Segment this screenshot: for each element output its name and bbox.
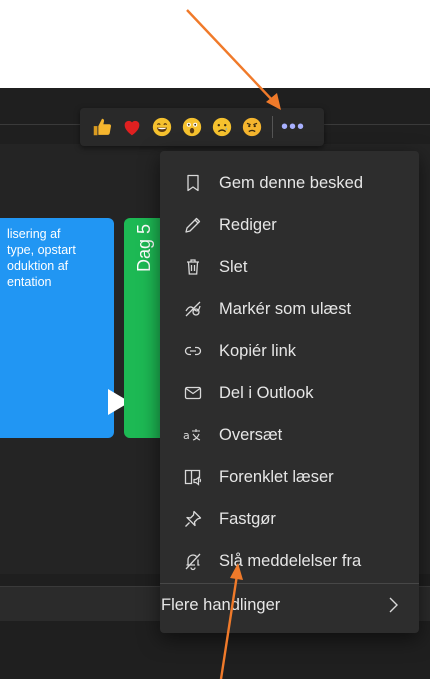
mail-icon bbox=[183, 383, 203, 403]
thumbs-up-icon[interactable] bbox=[88, 114, 115, 141]
laugh-icon[interactable] bbox=[148, 114, 175, 141]
menu-item-label: Slet bbox=[219, 257, 248, 276]
menu-item-save-message[interactable]: Gem denne besked bbox=[160, 162, 419, 204]
angry-icon[interactable] bbox=[238, 114, 265, 141]
translate-icon: a bbox=[183, 425, 203, 445]
slide-card-green: Dag 5 bbox=[124, 218, 164, 438]
immersive-reader-icon bbox=[183, 467, 203, 487]
menu-item-translate[interactable]: a Oversæt bbox=[160, 414, 419, 456]
menu-item-pin[interactable]: Fastgør bbox=[160, 498, 419, 540]
message-context-menu: Gem denne besked Rediger Slet Markér som… bbox=[160, 151, 419, 633]
bell-off-icon bbox=[183, 551, 203, 571]
menu-separator bbox=[160, 583, 419, 584]
bookmark-icon bbox=[183, 173, 203, 193]
menu-item-mute-notifications[interactable]: Slå meddelelser fra bbox=[160, 540, 419, 582]
day-label: Dag 5 bbox=[134, 224, 154, 273]
slide-card-blue: lisering af type, opstart oduktion af en… bbox=[0, 218, 114, 438]
link-icon bbox=[183, 341, 203, 361]
svg-text:a: a bbox=[183, 429, 190, 442]
more-options-button[interactable]: ••• bbox=[281, 117, 305, 137]
sad-icon[interactable] bbox=[208, 114, 235, 141]
pencil-icon bbox=[183, 215, 203, 235]
menu-item-label: Del i Outlook bbox=[219, 383, 314, 402]
menu-item-delete[interactable]: Slet bbox=[160, 246, 419, 288]
menu-item-label: Fastgør bbox=[219, 509, 276, 528]
menu-item-mark-unread[interactable]: Markér som ulæst bbox=[160, 288, 419, 330]
unread-icon bbox=[183, 299, 203, 319]
menu-item-label: Markér som ulæst bbox=[219, 299, 352, 318]
menu-item-label: Forenklet læser bbox=[219, 467, 334, 486]
menu-item-copy-link[interactable]: Kopiér link bbox=[160, 330, 419, 372]
menu-item-share-outlook[interactable]: Del i Outlook bbox=[160, 372, 419, 414]
menu-item-label: Kopiér link bbox=[219, 341, 297, 360]
heart-icon[interactable] bbox=[118, 114, 145, 141]
pin-icon bbox=[183, 509, 203, 529]
menu-item-label: Oversæt bbox=[219, 425, 283, 444]
menu-item-immersive-reader[interactable]: Forenklet læser bbox=[160, 456, 419, 498]
menu-item-label: Flere handlinger bbox=[161, 596, 281, 614]
chevron-right-icon bbox=[389, 597, 398, 613]
slide-text: lisering af type, opstart oduktion af en… bbox=[7, 227, 76, 289]
surprised-icon[interactable] bbox=[178, 114, 205, 141]
menu-item-label: Slå meddelelser fra bbox=[219, 551, 362, 570]
trash-icon bbox=[183, 257, 203, 277]
menu-item-edit[interactable]: Rediger bbox=[160, 204, 419, 246]
menu-item-label: Gem denne besked bbox=[219, 173, 364, 192]
menu-item-more-actions[interactable]: Flere handlinger bbox=[160, 585, 419, 627]
reaction-bar: ••• bbox=[80, 108, 324, 146]
menu-item-label: Rediger bbox=[219, 215, 277, 234]
reaction-bar-separator bbox=[272, 116, 273, 138]
